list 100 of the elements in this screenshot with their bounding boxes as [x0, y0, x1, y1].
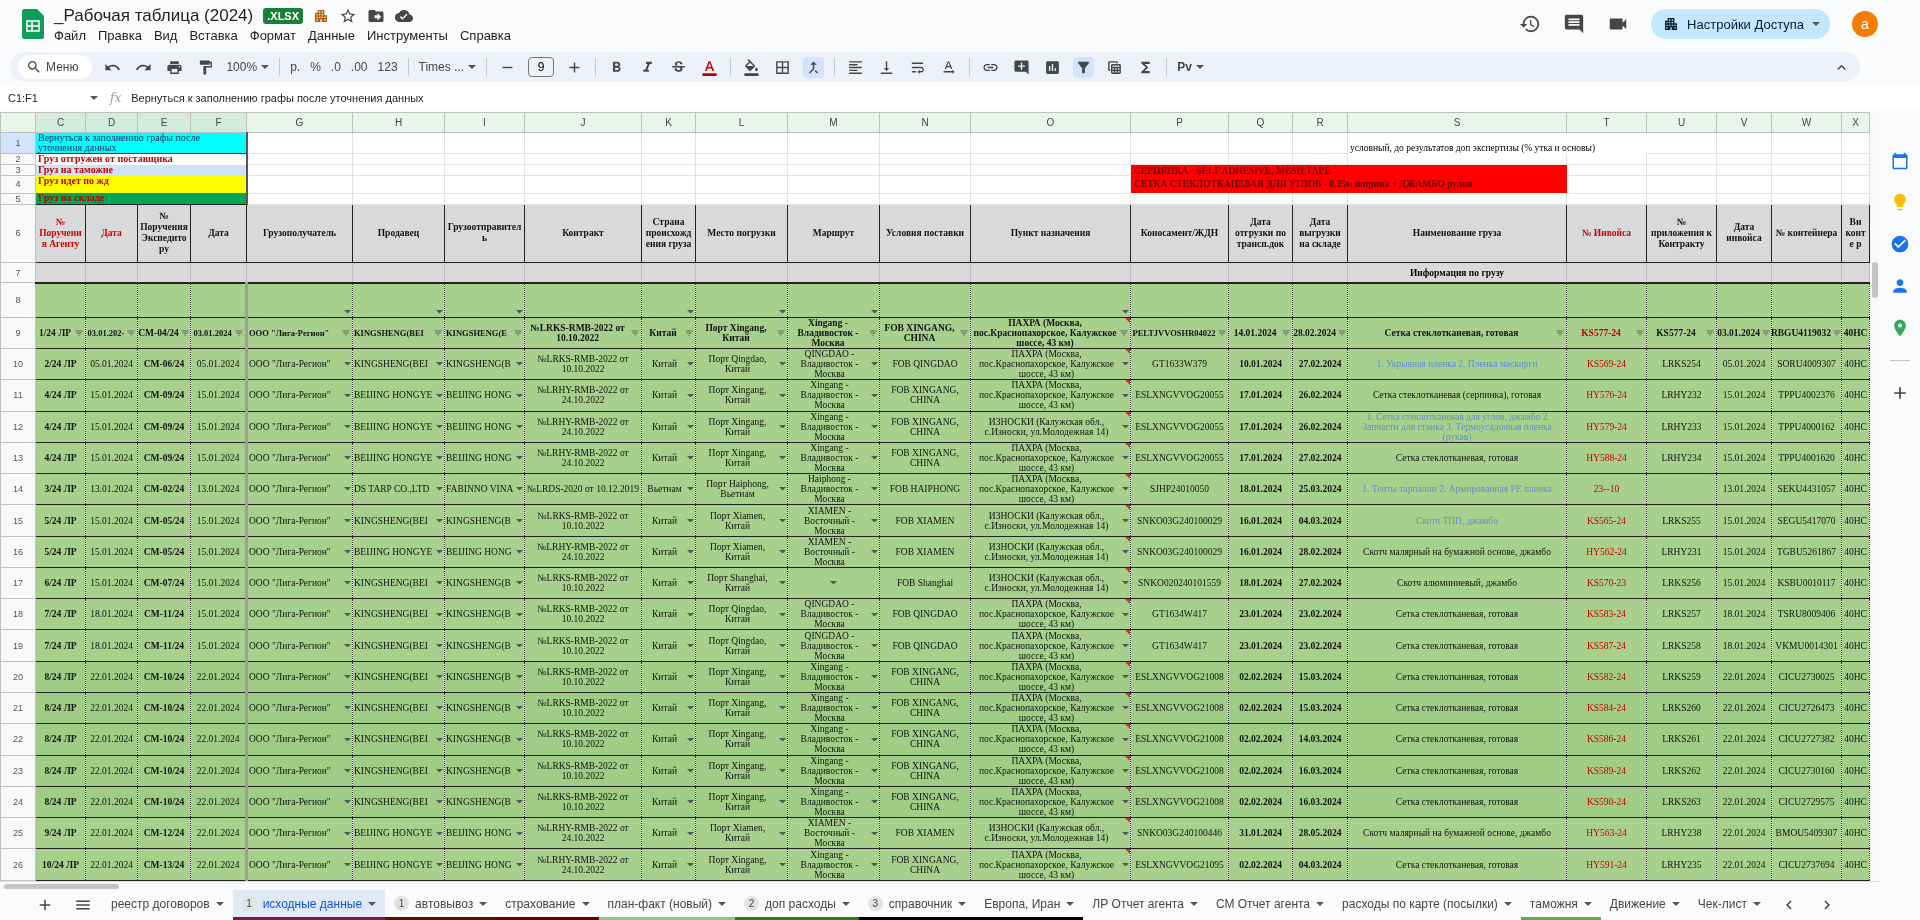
dropdown-caret-icon[interactable] — [1122, 456, 1129, 460]
filter-icon[interactable] — [1073, 56, 1095, 78]
column-letter[interactable]: H — [352, 112, 445, 133]
caret-icon[interactable] — [1752, 901, 1761, 906]
dropdown-caret-icon[interactable] — [344, 769, 351, 773]
column-letter[interactable]: C — [35, 112, 86, 133]
row-number[interactable]: 18 — [0, 598, 36, 630]
column-letter[interactable]: P — [1130, 112, 1229, 133]
dropdown-caret-icon[interactable] — [1122, 581, 1129, 585]
dropdown-caret-icon[interactable] — [687, 831, 694, 836]
row-number[interactable]: 14 — [0, 473, 36, 505]
dropdown-caret-icon[interactable] — [436, 643, 443, 648]
column-letter[interactable]: D — [85, 112, 138, 133]
menu-item[interactable]: Вид — [153, 27, 178, 43]
dropdown-caret-icon[interactable] — [436, 675, 443, 679]
dropdown-caret-icon[interactable] — [344, 550, 351, 554]
dropdown-caret-icon[interactable] — [871, 362, 878, 366]
dropdown-caret-icon[interactable] — [687, 487, 694, 491]
dropdown-caret-icon[interactable] — [436, 706, 443, 710]
dropdown-caret-icon[interactable] — [779, 393, 786, 398]
name-box[interactable]: C1:F1 — [0, 92, 98, 104]
dropdown-caret-icon[interactable] — [1122, 310, 1129, 314]
row-number[interactable]: 19 — [0, 630, 36, 662]
row-number[interactable]: 1 — [0, 132, 36, 154]
dropdown-caret-icon[interactable] — [516, 675, 523, 679]
dropdown-caret-icon[interactable] — [871, 310, 878, 314]
dropdown-caret-icon[interactable] — [1122, 862, 1129, 867]
caret-icon[interactable] — [215, 901, 224, 906]
dropdown-caret-icon[interactable] — [687, 393, 694, 398]
dropdown-caret-icon[interactable] — [1122, 769, 1129, 773]
sheet-tab[interactable]: 3 справочник — [858, 890, 976, 920]
dropdown-caret-icon[interactable] — [1122, 675, 1129, 679]
caret-icon[interactable] — [1066, 901, 1075, 906]
dropdown-caret-icon[interactable] — [687, 675, 694, 679]
row-number[interactable]: 9 — [0, 317, 36, 349]
increase-decimals-button[interactable]: .00 — [350, 60, 368, 74]
column-letter[interactable]: L — [695, 112, 788, 133]
column-letter[interactable]: N — [879, 112, 971, 133]
dropdown-caret-icon[interactable] — [687, 518, 694, 523]
menu-item[interactable]: Правка — [97, 27, 142, 43]
dropdown-caret-icon[interactable] — [779, 737, 786, 742]
dropdown-caret-icon[interactable] — [779, 362, 786, 366]
number-format-button[interactable]: 123 — [377, 60, 398, 74]
dropdown-caret-icon[interactable] — [779, 550, 786, 554]
caret-icon[interactable] — [841, 901, 850, 906]
input-tools-button[interactable]: Pv — [1177, 60, 1204, 74]
dropdown-caret-icon[interactable] — [779, 518, 786, 523]
dropdown-caret-icon[interactable] — [871, 675, 878, 679]
row-number[interactable]: 13 — [0, 442, 36, 474]
row-number[interactable]: 22 — [0, 723, 36, 756]
dropdown-caret-icon[interactable] — [436, 487, 443, 491]
dropdown-caret-icon[interactable] — [687, 424, 694, 429]
row-number[interactable]: 3 — [0, 164, 36, 176]
caret-icon[interactable] — [1189, 901, 1198, 906]
font-select[interactable]: Times ... — [418, 60, 477, 74]
caret-icon[interactable] — [1671, 901, 1680, 906]
dropdown-caret-icon[interactable] — [344, 831, 351, 836]
sheet-tab[interactable]: ЛР Отчет агента — [1083, 890, 1207, 920]
dropdown-caret-icon[interactable] — [871, 487, 878, 491]
column-letter[interactable]: Q — [1228, 112, 1293, 133]
dropdown-caret-icon[interactable] — [344, 424, 351, 429]
dropdown-caret-icon[interactable] — [344, 862, 351, 867]
dropdown-caret-icon[interactable] — [436, 612, 443, 617]
share-button[interactable]: Настройки Доступа — [1651, 9, 1830, 39]
dropdown-caret-icon[interactable] — [436, 310, 443, 314]
sheet-tab[interactable]: реестр договоров — [102, 890, 233, 920]
column-letter[interactable]: X — [1841, 112, 1870, 133]
dropdown-caret-icon[interactable] — [344, 487, 351, 491]
dropdown-caret-icon[interactable] — [436, 862, 443, 867]
dropdown-caret-icon[interactable] — [779, 769, 786, 773]
dropdown-caret-icon[interactable] — [687, 550, 694, 554]
column-letter[interactable]: M — [787, 112, 880, 133]
dropdown-caret-icon[interactable] — [344, 706, 351, 710]
sheet-tab[interactable]: Движение — [1600, 890, 1689, 920]
dropdown-caret-icon[interactable] — [687, 800, 694, 804]
dropdown-caret-icon[interactable] — [516, 581, 523, 585]
merge-cells-icon[interactable] — [803, 56, 825, 78]
dropdown-caret-icon[interactable] — [1122, 800, 1129, 804]
column-letter[interactable]: J — [524, 112, 642, 133]
dropdown-caret-icon[interactable] — [871, 800, 878, 804]
column-letter[interactable]: S — [1347, 112, 1567, 133]
dropdown-caret-icon[interactable] — [779, 581, 786, 585]
font-size-field[interactable]: 9 — [528, 57, 555, 77]
dropdown-caret-icon[interactable] — [871, 424, 878, 429]
caret-icon[interactable] — [958, 901, 967, 906]
dropdown-caret-icon[interactable] — [779, 862, 786, 867]
caret-icon[interactable] — [479, 901, 488, 906]
row-number[interactable]: 15 — [0, 504, 36, 537]
sheet-tab[interactable]: 1 автовывоз — [385, 890, 497, 920]
sheet-tab[interactable]: таможня — [1520, 890, 1601, 920]
column-letter[interactable]: V — [1716, 112, 1772, 133]
dropdown-caret-icon[interactable] — [516, 800, 523, 804]
zoom-select[interactable]: 100% — [226, 60, 270, 74]
dropdown-caret-icon[interactable] — [871, 643, 878, 648]
dropdown-caret-icon[interactable] — [344, 518, 351, 523]
dropdown-caret-icon[interactable] — [436, 424, 443, 429]
dropdown-caret-icon[interactable] — [779, 487, 786, 491]
dropdown-caret-icon[interactable] — [344, 643, 351, 648]
dropdown-caret-icon[interactable] — [779, 675, 786, 679]
dropdown-caret-icon[interactable] — [871, 393, 878, 398]
